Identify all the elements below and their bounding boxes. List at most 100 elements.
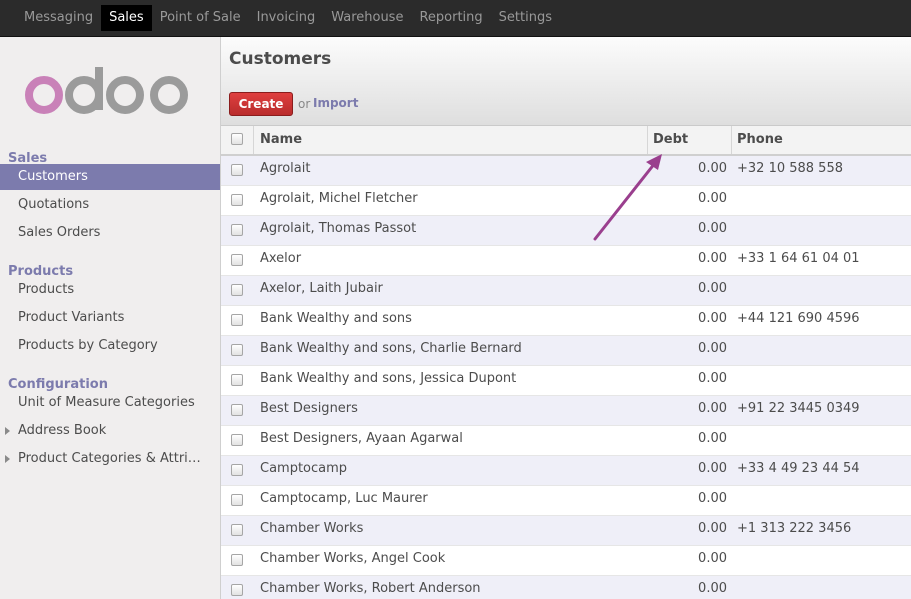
sidebar-item-label: Unit of Measure Categories — [18, 395, 195, 410]
main-content: Customers Create or Import Name Debt Pho… — [221, 37, 911, 599]
cell-phone: +32 10 588 558 — [737, 161, 843, 176]
control-panel: Customers Create or Import — [221, 37, 911, 126]
sidebar-item-customers[interactable]: Customers — [0, 164, 220, 190]
caret-right-icon — [5, 427, 10, 435]
menu-item-messaging[interactable]: Messaging — [16, 5, 101, 31]
or-text: or — [298, 97, 311, 111]
cell-name: Camptocamp — [260, 461, 348, 476]
sidebar: Sales Customers Quotations Sales Orders Prod… — [0, 37, 221, 599]
table-row[interactable]: Agrolait 0.00 +32 10 588 558 — [221, 156, 911, 186]
menu-item-invoicing[interactable]: Invoicing — [249, 5, 324, 31]
cell-name: Agrolait — [260, 161, 311, 176]
column-header-name[interactable]: Name — [260, 132, 302, 147]
cell-debt: 0.00 — [698, 251, 727, 266]
cell-debt: 0.00 — [698, 431, 727, 446]
row-checkbox[interactable] — [231, 524, 243, 536]
sidebar-item-label: Customers — [18, 169, 88, 184]
cell-debt: 0.00 — [698, 491, 727, 506]
cell-debt: 0.00 — [698, 221, 727, 236]
sidebar-item-products[interactable]: Products — [0, 277, 220, 303]
table-row[interactable]: Agrolait, Thomas Passot 0.00 — [221, 216, 911, 246]
row-checkbox[interactable] — [231, 164, 243, 176]
menu-item-warehouse[interactable]: Warehouse — [323, 5, 411, 31]
row-checkbox[interactable] — [231, 224, 243, 236]
menu-item-point-of-sale[interactable]: Point of Sale — [152, 5, 249, 31]
cell-debt: 0.00 — [698, 521, 727, 536]
cell-debt: 0.00 — [698, 191, 727, 206]
cell-name: Axelor — [260, 251, 302, 266]
sidebar-item-label: Sales Orders — [18, 225, 101, 240]
sidebar-item-label: Products by Category — [18, 338, 158, 353]
table-body: Agrolait 0.00 +32 10 588 558 Agrolait, Mich… — [221, 156, 911, 599]
cell-phone: +91 22 3445 0349 — [737, 401, 860, 416]
column-divider — [731, 126, 732, 154]
row-checkbox[interactable] — [231, 584, 243, 596]
cell-debt: 0.00 — [698, 161, 727, 176]
cell-phone: +1 313 222 3456 — [737, 521, 852, 536]
table-row[interactable]: Best Designers 0.00 +91 22 3445 0349 — [221, 396, 911, 426]
cell-name: Chamber Works — [260, 521, 364, 536]
cell-name: Agrolait, Thomas Passot — [260, 221, 417, 236]
page-title: Customers — [229, 49, 332, 69]
row-checkbox[interactable] — [231, 434, 243, 446]
cell-debt: 0.00 — [698, 281, 727, 296]
row-checkbox[interactable] — [231, 314, 243, 326]
table-header: Name Debt Phone — [221, 126, 911, 156]
sidebar-item-label: Address Book — [18, 423, 107, 438]
cell-name: Chamber Works, Angel Cook — [260, 551, 446, 566]
table-row[interactable]: Best Designers, Ayaan Agarwal 0.00 — [221, 426, 911, 456]
select-all-checkbox[interactable] — [231, 133, 243, 145]
column-divider — [647, 126, 648, 154]
cell-debt: 0.00 — [698, 461, 727, 476]
row-checkbox[interactable] — [231, 374, 243, 386]
sidebar-item-sales-orders[interactable]: Sales Orders — [0, 220, 220, 246]
cell-name: Bank Wealthy and sons, Charlie Bernard — [260, 341, 522, 356]
cell-phone: +44 121 690 4596 — [737, 311, 860, 326]
table-row[interactable]: Bank Wealthy and sons, Charlie Bernard 0.… — [221, 336, 911, 366]
table-row[interactable]: Camptocamp 0.00 +33 4 49 23 44 54 — [221, 456, 911, 486]
column-header-debt[interactable]: Debt — [653, 132, 688, 147]
cell-name: Best Designers — [260, 401, 358, 416]
menu-item-settings[interactable]: Settings — [491, 5, 560, 31]
table-row[interactable]: Chamber Works, Robert Anderson 0.00 — [221, 576, 911, 599]
cell-name: Agrolait, Michel Fletcher — [260, 191, 418, 206]
cell-debt: 0.00 — [698, 551, 727, 566]
row-checkbox[interactable] — [231, 404, 243, 416]
row-checkbox[interactable] — [231, 254, 243, 266]
row-checkbox[interactable] — [231, 344, 243, 356]
menu-item-reporting[interactable]: Reporting — [411, 5, 490, 31]
cell-name: Bank Wealthy and sons, Jessica Dupont — [260, 371, 517, 386]
cell-debt: 0.00 — [698, 311, 727, 326]
table-row[interactable]: Axelor 0.00 +33 1 64 61 04 01 — [221, 246, 911, 276]
import-link[interactable]: Import — [313, 96, 358, 110]
table-row[interactable]: Chamber Works 0.00 +1 313 222 3456 — [221, 516, 911, 546]
sidebar-item-product-categories-attri[interactable]: Product Categories & Attri… — [0, 446, 220, 472]
table-row[interactable]: Bank Wealthy and sons 0.00 +44 121 690 459… — [221, 306, 911, 336]
row-checkbox[interactable] — [231, 554, 243, 566]
row-checkbox[interactable] — [231, 194, 243, 206]
column-header-phone[interactable]: Phone — [737, 132, 783, 147]
sidebar-item-quotations[interactable]: Quotations — [0, 192, 220, 218]
cell-name: Bank Wealthy and sons — [260, 311, 412, 326]
cell-debt: 0.00 — [698, 581, 727, 596]
table-row[interactable]: Axelor, Laith Jubair 0.00 — [221, 276, 911, 306]
row-checkbox[interactable] — [231, 464, 243, 476]
row-checkbox[interactable] — [231, 284, 243, 296]
table-row[interactable]: Camptocamp, Luc Maurer 0.00 — [221, 486, 911, 516]
sidebar-item-label: Quotations — [18, 197, 90, 212]
cell-phone: +33 4 49 23 44 54 — [737, 461, 860, 476]
table-row[interactable]: Bank Wealthy and sons, Jessica Dupont 0.0… — [221, 366, 911, 396]
row-checkbox[interactable] — [231, 494, 243, 506]
table-row[interactable]: Chamber Works, Angel Cook 0.00 — [221, 546, 911, 576]
odoo-logo[interactable] — [24, 67, 194, 117]
sidebar-item-products-by-category[interactable]: Products by Category — [0, 333, 220, 359]
sidebar-item-address-book[interactable]: Address Book — [0, 418, 220, 444]
sidebar-item-unit-of-measure-categories[interactable]: Unit of Measure Categories — [0, 390, 220, 416]
sidebar-item-product-variants[interactable]: Product Variants — [0, 305, 220, 331]
table-row[interactable]: Agrolait, Michel Fletcher 0.00 — [221, 186, 911, 216]
menu-item-sales[interactable]: Sales — [101, 5, 152, 31]
sidebar-item-label: Product Variants — [18, 310, 125, 325]
cell-debt: 0.00 — [698, 341, 727, 356]
customers-list: Name Debt Phone Agrolait 0.00 +32 10 588 5… — [221, 126, 911, 599]
create-button[interactable]: Create — [229, 92, 293, 116]
